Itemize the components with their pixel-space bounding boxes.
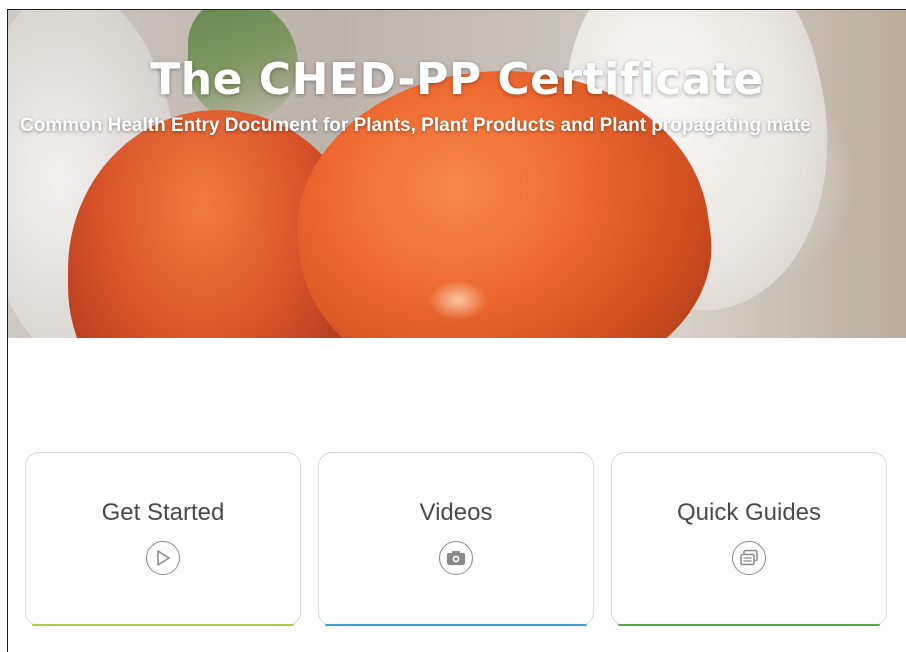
page-title: The CHED-PP Certificate — [150, 54, 764, 105]
page-subtitle: Common Health Entry Document for Plants,… — [20, 115, 811, 136]
get-started-card[interactable]: Get Started — [25, 452, 301, 626]
videos-card[interactable]: Videos — [318, 452, 594, 626]
get-started-label: Get Started — [101, 499, 225, 526]
documents-icon — [732, 541, 766, 575]
quick-guides-card[interactable]: Quick Guides — [611, 452, 887, 626]
camera-icon — [439, 541, 473, 575]
hero-banner: The CHED-PP Certificate Common Health En… — [8, 10, 906, 338]
play-circle-icon — [146, 541, 180, 575]
quick-guides-label: Quick Guides — [676, 499, 822, 526]
videos-label: Videos — [419, 499, 493, 526]
hero-image-highlight — [428, 280, 488, 320]
